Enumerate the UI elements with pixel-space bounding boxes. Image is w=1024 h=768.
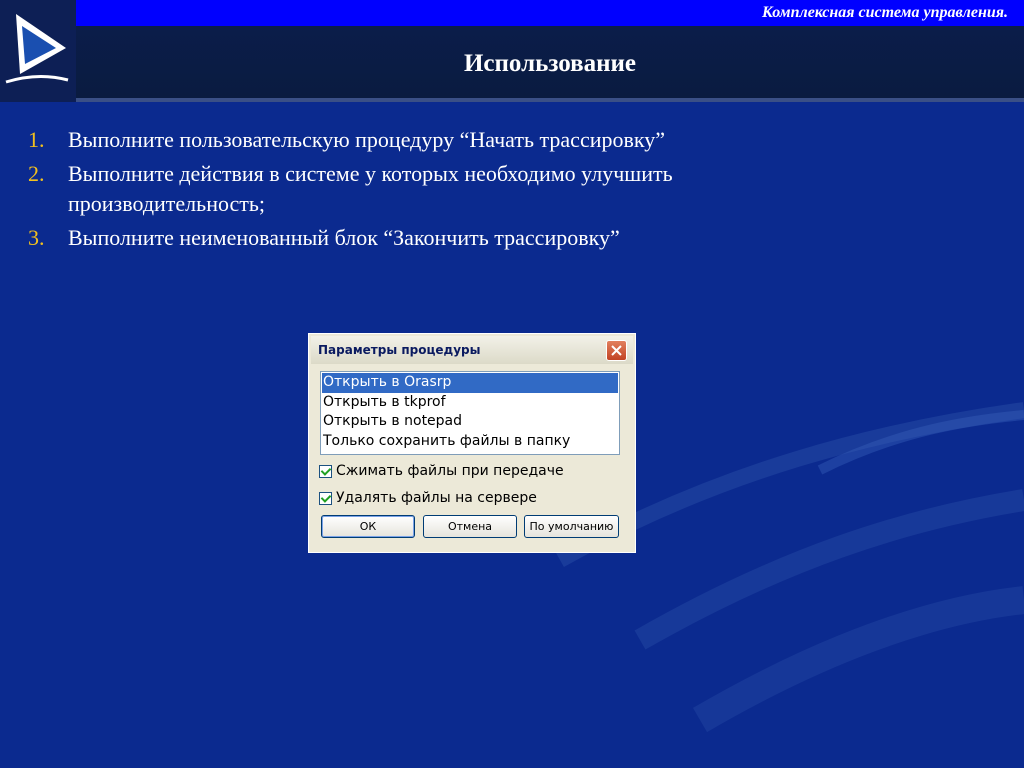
step-item: 1. Выполните пользовательскую процедуру …: [28, 125, 828, 155]
step-text: Выполните действия в системе у которых н…: [68, 161, 673, 216]
ok-button[interactable]: ОК: [321, 515, 415, 538]
default-button[interactable]: По умолчанию: [524, 515, 619, 538]
step-text: Выполните пользовательскую процедуру “На…: [68, 127, 666, 152]
page-title: Использование: [463, 50, 637, 77]
list-item-orasrp[interactable]: Открыть в Orasrp: [322, 373, 618, 393]
delete-files-option[interactable]: Удалять файлы на сервере: [319, 490, 537, 506]
procedure-params-dialog: Параметры процедуры Открыть в Orasrp Отк…: [308, 333, 636, 553]
step-number: 1.: [28, 127, 45, 152]
compress-files-checkbox[interactable]: [319, 464, 332, 478]
logo-panel: [0, 0, 76, 102]
open-mode-listbox[interactable]: Открыть в Orasrp Открыть в tkprof Открыт…: [320, 371, 620, 455]
dialog-title: Параметры процедуры: [318, 343, 481, 357]
list-item-notepad[interactable]: Открыть в notepad: [322, 412, 618, 432]
compress-files-label: Сжимать файлы при передаче: [336, 463, 564, 479]
delete-files-label: Удалять файлы на сервере: [336, 490, 537, 506]
steps-list: 1. Выполните пользовательскую процедуру …: [28, 125, 828, 257]
top-banner: Комплексная система управления.: [76, 0, 1024, 26]
cancel-button[interactable]: Отмена: [423, 515, 517, 538]
list-item-save-to-folder[interactable]: Только сохранить файлы в папку: [322, 432, 618, 452]
close-icon: [611, 345, 622, 356]
step-number: 3.: [28, 225, 45, 250]
step-item: 2. Выполните действия в системе у которы…: [28, 159, 828, 219]
step-text: Выполните неименованный блок “Закончить …: [68, 225, 620, 250]
step-number: 2.: [28, 161, 45, 186]
step-item: 3. Выполните неименованный блок “Закончи…: [28, 223, 828, 253]
sail-logo-icon: [5, 14, 69, 84]
title-divider: [76, 98, 1024, 102]
list-item-tkprof[interactable]: Открыть в tkprof: [322, 393, 618, 413]
delete-files-checkbox[interactable]: [319, 491, 332, 505]
compress-files-option[interactable]: Сжимать файлы при передаче: [319, 463, 564, 479]
presentation-subtitle: Комплексная система управления.: [761, 4, 1008, 21]
dialog-titlebar[interactable]: Параметры процедуры: [311, 336, 633, 364]
close-button[interactable]: [606, 340, 627, 361]
title-bar: Использование: [76, 26, 1024, 98]
